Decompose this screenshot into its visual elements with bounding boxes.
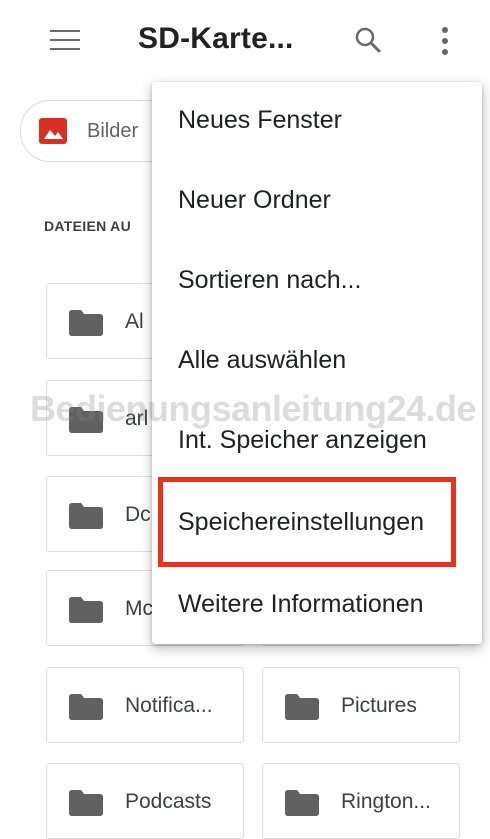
folder-tile[interactable]: Rington...: [262, 763, 460, 839]
folder-name: Pictures: [341, 694, 417, 717]
menu-item-label: Int. Speicher anzeigen: [178, 426, 427, 454]
menu-item-label: Alle auswählen: [178, 346, 347, 374]
highlight-box: [158, 477, 456, 567]
folder-icon: [69, 597, 103, 623]
menu-item-label: Sortieren nach...: [178, 266, 362, 294]
folder-name: Al: [125, 310, 144, 333]
folder-name: Podcasts: [125, 790, 212, 813]
section-header: DATEIEN AU: [44, 218, 131, 234]
folder-icon: [69, 503, 103, 529]
folder-icon: [69, 694, 103, 720]
folder-tile[interactable]: Notifica...: [46, 667, 244, 743]
menu-item-sort-by[interactable]: Sortieren nach...: [152, 242, 482, 322]
page-title: SD-Karte...: [138, 22, 294, 55]
menu-item-new-folder[interactable]: Neuer Ordner: [152, 162, 482, 242]
hamburger-menu-icon[interactable]: [50, 28, 80, 52]
folder-icon: [285, 694, 319, 720]
search-icon[interactable]: [352, 24, 384, 56]
menu-item-label: Neues Fenster: [178, 106, 342, 134]
folder-name: Notifica...: [125, 694, 213, 717]
menu-item-new-window[interactable]: Neues Fenster: [152, 82, 482, 162]
folder-icon: [69, 310, 103, 336]
folder-tile[interactable]: Podcasts: [46, 763, 244, 839]
folder-name: Dc: [125, 503, 151, 526]
folder-tile[interactable]: Pictures: [262, 667, 460, 743]
menu-item-label: Neuer Ordner: [178, 186, 331, 214]
folder-icon: [69, 790, 103, 816]
folder-icon: [285, 790, 319, 816]
app-bar: SD-Karte...: [0, 0, 490, 84]
folder-name: Mc: [125, 597, 153, 620]
image-icon: [39, 118, 67, 144]
menu-item-more-info[interactable]: Weitere Informationen: [152, 566, 482, 646]
folder-name: Rington...: [341, 790, 431, 813]
more-vert-icon[interactable]: [437, 25, 453, 57]
chip-label: Bilder: [87, 120, 139, 142]
menu-item-label: Weitere Informationen: [178, 590, 424, 618]
watermark: Bedienungsanleitung24.de: [30, 388, 477, 429]
